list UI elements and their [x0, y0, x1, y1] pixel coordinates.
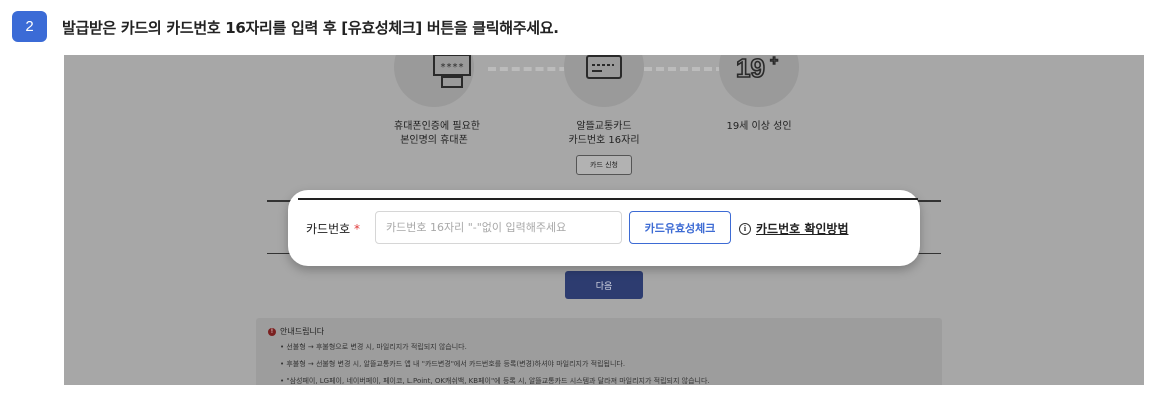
card-validity-check-button[interactable]: 카드유효성체크	[629, 211, 731, 244]
card-number-help-link[interactable]: i 카드번호 확인방법	[739, 220, 849, 237]
notice-box: ! 안내드립니다 • 선불형 → 후불형으로 변경 시, 마일리지가 적립되지 …	[256, 318, 942, 385]
phone-icon: ****	[433, 55, 471, 88]
requirement-label-phone: 휴대폰인증에 필요한 본인명의 휴대폰	[394, 121, 480, 146]
notice-line: • 선불형 → 후불형으로 변경 시, 마일리지가 적립되지 않습니다.	[280, 343, 467, 351]
requirement-label-age: 19세 이상 성인	[726, 121, 792, 132]
alert-icon: !	[268, 327, 276, 336]
dashed-connector	[644, 67, 724, 71]
notice-title: ! 안내드립니다	[268, 326, 324, 337]
card-number-input[interactable]	[375, 211, 622, 244]
help-link-text[interactable]: 카드번호 확인방법	[756, 220, 849, 237]
step-number-badge: 2	[12, 11, 47, 42]
notice-line: • 후불형 → 선불형 변경 시, 알뜰교통카드 앱 내 "카드변경"에서 카드…	[280, 360, 626, 368]
card-number-highlight: 카드번호 * 카드유효성체크 i 카드번호 확인방법	[288, 190, 920, 266]
svg-text:19: 19	[736, 55, 765, 83]
info-icon: i	[739, 222, 751, 235]
highlight-top-border	[298, 198, 918, 200]
card-apply-button[interactable]: 카드 신청	[576, 155, 632, 175]
age-19-icon: 19 +	[735, 55, 779, 84]
card-icon	[586, 55, 622, 79]
card-number-label: 카드번호 *	[306, 222, 360, 236]
next-button[interactable]: 다음	[565, 271, 643, 299]
svg-text:+: +	[770, 55, 778, 68]
notice-line: • "삼성페이, LG페이, 네이버페이, 페이코, L.Point, OK캐쉬…	[280, 377, 710, 385]
requirement-label-card: 알뜰교통카드 카드번호 16자리	[568, 121, 640, 146]
required-mark: *	[354, 222, 360, 236]
step-instruction: 발급받은 카드의 카드번호 16자리를 입력 후 [유효성체크] 버튼을 클릭해…	[62, 19, 559, 37]
svg-text:****: ****	[440, 62, 464, 73]
